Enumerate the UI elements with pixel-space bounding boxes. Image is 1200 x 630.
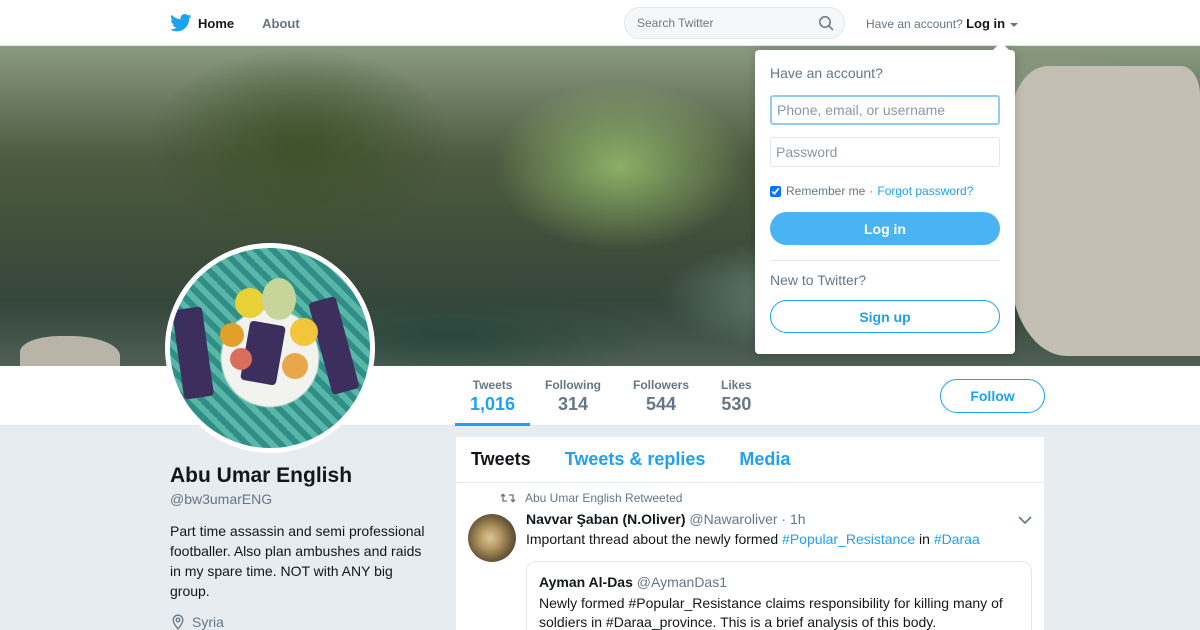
banner-cliff bbox=[1010, 66, 1200, 356]
avatar-detail bbox=[230, 348, 252, 370]
have-account-text: Have an account? bbox=[866, 17, 963, 31]
tab-tweets[interactable]: Tweets bbox=[471, 449, 531, 470]
avatar-detail bbox=[171, 306, 215, 400]
stat-label: Likes bbox=[721, 378, 752, 392]
tab-tweets-and-replies[interactable]: Tweets & replies bbox=[565, 449, 706, 470]
stat-following[interactable]: Following 314 bbox=[545, 378, 601, 415]
new-to-twitter-text: New to Twitter? bbox=[770, 272, 867, 288]
avatar-image bbox=[170, 248, 370, 448]
signup-button[interactable]: Sign up bbox=[770, 300, 1000, 333]
login-dropdown: Have an account? Remember me · Forgot pa… bbox=[755, 42, 1015, 354]
stat-value: 544 bbox=[645, 394, 677, 414]
remember-me-checkbox[interactable] bbox=[770, 185, 781, 197]
username-field[interactable] bbox=[770, 95, 1000, 125]
tweet-text-part: in bbox=[915, 531, 934, 547]
retweet-icon bbox=[500, 493, 516, 503]
search-box[interactable] bbox=[624, 7, 845, 39]
quoted-author-handle: @AymanDas1 bbox=[636, 574, 727, 590]
retweet-note-text: Abu Umar English Retweeted bbox=[525, 491, 683, 505]
avatar-detail bbox=[290, 318, 318, 346]
avatar-detail bbox=[282, 353, 308, 379]
tweet-text: Important thread about the newly formed … bbox=[526, 531, 980, 547]
avatar[interactable] bbox=[165, 243, 375, 453]
dropdown-arrow bbox=[993, 42, 1009, 50]
avatar-detail bbox=[262, 278, 296, 320]
login-dropdown-toggle[interactable]: Log in bbox=[966, 16, 1005, 31]
avatar-detail bbox=[220, 323, 244, 347]
top-navigation-bar: Home About Have an account? Log in bbox=[0, 0, 1200, 46]
stat-label: Following bbox=[545, 378, 601, 392]
avatar-detail bbox=[308, 295, 360, 396]
hashtag-link[interactable]: #Daraa bbox=[934, 531, 980, 547]
remember-me-label[interactable]: Remember me bbox=[786, 184, 865, 198]
stat-likes[interactable]: Likes 530 bbox=[721, 378, 752, 415]
divider bbox=[770, 260, 1000, 261]
tweet-text-part: Important thread about the newly formed bbox=[526, 531, 783, 547]
stat-value: 530 bbox=[721, 394, 752, 414]
stat-value: 314 bbox=[557, 394, 589, 414]
search-input[interactable] bbox=[637, 16, 807, 30]
separator-dot: · bbox=[869, 184, 874, 198]
nav-left: Home About bbox=[170, 0, 328, 46]
caret-down-icon[interactable] bbox=[1010, 22, 1019, 27]
nav-home-link[interactable]: Home bbox=[198, 16, 234, 31]
tab-media[interactable]: Media bbox=[739, 449, 790, 470]
stat-followers[interactable]: Followers 544 bbox=[633, 378, 689, 415]
quoted-author-name: Ayman Al-Das bbox=[539, 574, 633, 590]
timeline-tabs: Tweets Tweets & replies Media bbox=[456, 437, 1044, 483]
profile-bio: Part time assassin and semi professional… bbox=[170, 523, 425, 599]
password-field[interactable] bbox=[770, 137, 1000, 167]
quoted-tweet[interactable]: Ayman Al-Das @AymanDas1 Newly formed #Po… bbox=[526, 561, 1032, 630]
stat-value: 1,016 bbox=[470, 394, 516, 414]
tweet-timestamp[interactable]: · 1h bbox=[781, 511, 805, 527]
tweet-header: Navvar Şaban (N.Oliver) @Nawaroliver · 1… bbox=[526, 511, 806, 527]
location-text: Syria bbox=[192, 614, 224, 630]
profile-name[interactable]: Abu Umar English bbox=[170, 464, 352, 488]
avatar-detail bbox=[235, 288, 265, 318]
timeline: Tweets Tweets & replies Media Abu Umar E… bbox=[456, 437, 1044, 630]
nav-about-link[interactable]: About bbox=[262, 16, 300, 31]
banner-rock bbox=[20, 336, 120, 366]
stat-label: Tweets bbox=[472, 378, 513, 392]
active-stat-underline bbox=[455, 423, 530, 426]
profile-location: Syria bbox=[170, 614, 224, 630]
search-icon[interactable] bbox=[818, 15, 834, 31]
chevron-down-icon[interactable] bbox=[1018, 515, 1032, 525]
account-menu: Have an account? Log in bbox=[866, 16, 1019, 31]
follow-button[interactable]: Follow bbox=[940, 379, 1045, 413]
tweet-author-handle[interactable]: @Nawaroliver bbox=[689, 511, 777, 527]
quoted-tweet-header: Ayman Al-Das @AymanDas1 bbox=[539, 574, 1019, 590]
stat-label: Followers bbox=[633, 378, 690, 392]
twitter-bird-icon[interactable] bbox=[170, 14, 192, 32]
login-button[interactable]: Log in bbox=[770, 212, 1000, 245]
quoted-tweet-text: Newly formed #Popular_Resistance claims … bbox=[539, 595, 1003, 630]
profile-handle[interactable]: @bw3umarENG bbox=[170, 491, 272, 507]
remember-me-row: Remember me · Forgot password? bbox=[770, 184, 973, 198]
hashtag-link[interactable]: #Popular_Resistance bbox=[782, 531, 915, 547]
tweet-author-avatar[interactable] bbox=[468, 514, 516, 562]
tweet-author-name[interactable]: Navvar Şaban (N.Oliver) bbox=[526, 511, 686, 527]
stat-tweets[interactable]: Tweets 1,016 bbox=[470, 378, 515, 415]
forgot-password-link[interactable]: Forgot password? bbox=[877, 184, 973, 198]
login-dropdown-title: Have an account? bbox=[770, 65, 883, 81]
location-pin-icon bbox=[172, 614, 184, 630]
retweet-context: Abu Umar English Retweeted bbox=[500, 491, 682, 505]
